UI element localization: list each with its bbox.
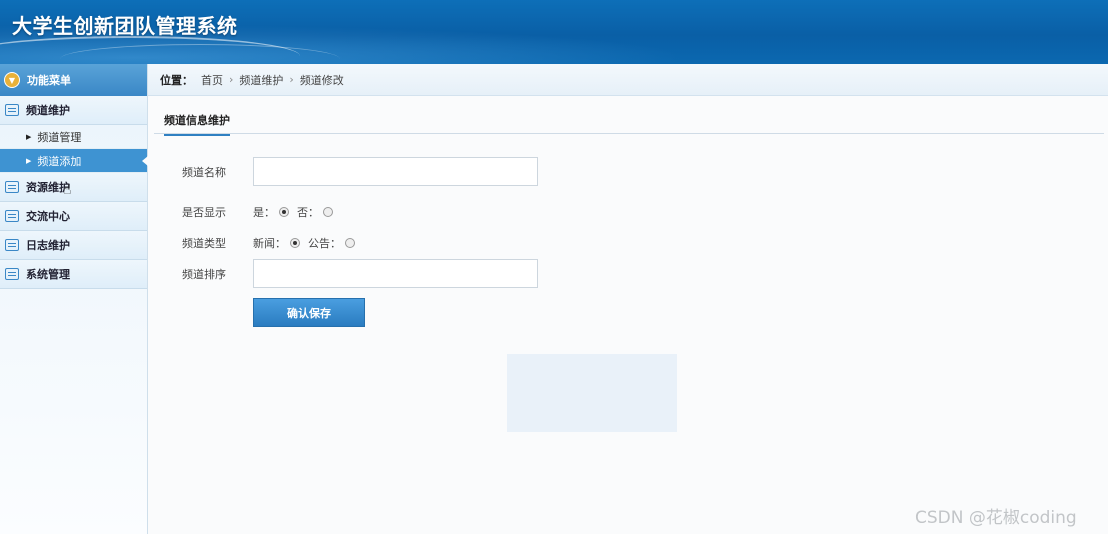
breadcrumb-item-home[interactable]: 首页 xyxy=(201,72,223,88)
breadcrumb-separator: › xyxy=(289,73,294,86)
breadcrumb-item-current: 频道修改 xyxy=(299,73,344,87)
display-yes-label: 是： xyxy=(253,206,275,219)
breadcrumb-separator: › xyxy=(229,73,234,86)
sidebar-group-resource-maintenance[interactable]: 资源维护 xyxy=(0,173,147,202)
display-label: 是否显示 xyxy=(182,206,226,219)
display-radio-group: 是： 否： xyxy=(253,204,337,220)
type-news-radio[interactable] xyxy=(290,238,300,248)
caret-right-icon: ▶ xyxy=(26,132,32,141)
display-no-label: 否： xyxy=(297,206,319,219)
sidebar-group-log-maintenance[interactable]: 日志维护 xyxy=(0,231,147,260)
watermark: CSDN @花椒coding xyxy=(915,508,1077,528)
channel-name-input[interactable] xyxy=(253,157,538,186)
sidebar: ▼ 功能菜单 频道维护 ▶ 频道管理 ▶ 频道添加 资源维护 交流中心 日志维护… xyxy=(0,64,148,534)
sidebar-group-channel-maintenance[interactable]: 频道维护 xyxy=(0,96,147,125)
caret-right-icon: ▶ xyxy=(26,156,32,165)
sidebar-header[interactable]: ▼ 功能菜单 xyxy=(0,64,147,96)
sidebar-header-label: 功能菜单 xyxy=(27,74,71,87)
channel-order-label: 频道排序 xyxy=(182,267,226,281)
faded-background-panel xyxy=(507,354,677,432)
form-row-type: 频道类型 新闻： 公告： xyxy=(182,235,359,251)
sidebar-group-system-management[interactable]: 系统管理 xyxy=(0,260,147,289)
breadcrumb-label: 位置： xyxy=(160,73,193,87)
type-notice-label: 公告： xyxy=(308,237,341,250)
breadcrumb: 位置： 首页 › 频道维护 › 频道修改 xyxy=(148,64,1108,96)
tab-bar: 频道信息维护 xyxy=(154,108,1104,136)
type-radio-group: 新闻： 公告： xyxy=(253,235,359,251)
type-news-label: 新闻： xyxy=(253,237,286,250)
chevron-down-icon: ▼ xyxy=(4,72,20,88)
list-icon xyxy=(5,104,19,116)
form-row-order: 频道排序 xyxy=(182,259,538,288)
save-button[interactable]: 确认保存 xyxy=(253,298,365,327)
display-yes-radio[interactable] xyxy=(279,207,289,217)
display-no-radio[interactable] xyxy=(323,207,333,217)
sidebar-item-channel-add[interactable]: ▶ 频道添加 xyxy=(0,149,148,173)
form-row-display: 是否显示 是： 否： xyxy=(182,204,337,220)
document-icon xyxy=(5,239,19,251)
sidebar-item-label: 频道添加 xyxy=(37,154,82,168)
app-title: 大学生创新团队管理系统 xyxy=(12,14,238,38)
calendar-icon xyxy=(5,268,19,280)
sidebar-item-label: 频道管理 xyxy=(37,130,82,144)
channel-type-label: 频道类型 xyxy=(182,237,226,250)
tab-channel-info[interactable]: 频道信息维护 xyxy=(164,112,230,136)
sidebar-group-exchange-center[interactable]: 交流中心 xyxy=(0,202,147,231)
sidebar-group-label: 频道维护 xyxy=(26,104,70,117)
sidebar-item-channel-management[interactable]: ▶ 频道管理 xyxy=(0,125,147,149)
top-banner: 大学生创新团队管理系统 xyxy=(0,0,1108,64)
type-notice-radio[interactable] xyxy=(345,238,355,248)
sidebar-group-label: 交流中心 xyxy=(26,210,70,223)
breadcrumb-item-channel-maintenance[interactable]: 频道维护 xyxy=(239,72,283,88)
sidebar-group-label: 系统管理 xyxy=(26,268,70,281)
comment-icon xyxy=(5,181,19,193)
comment-icon xyxy=(5,210,19,222)
sidebar-group-label: 日志维护 xyxy=(26,239,70,252)
channel-order-input[interactable] xyxy=(253,259,538,288)
form-row-name: 频道名称 xyxy=(182,157,538,186)
hand-cursor-icon: ☝ xyxy=(63,182,72,198)
channel-name-label: 频道名称 xyxy=(182,165,226,179)
